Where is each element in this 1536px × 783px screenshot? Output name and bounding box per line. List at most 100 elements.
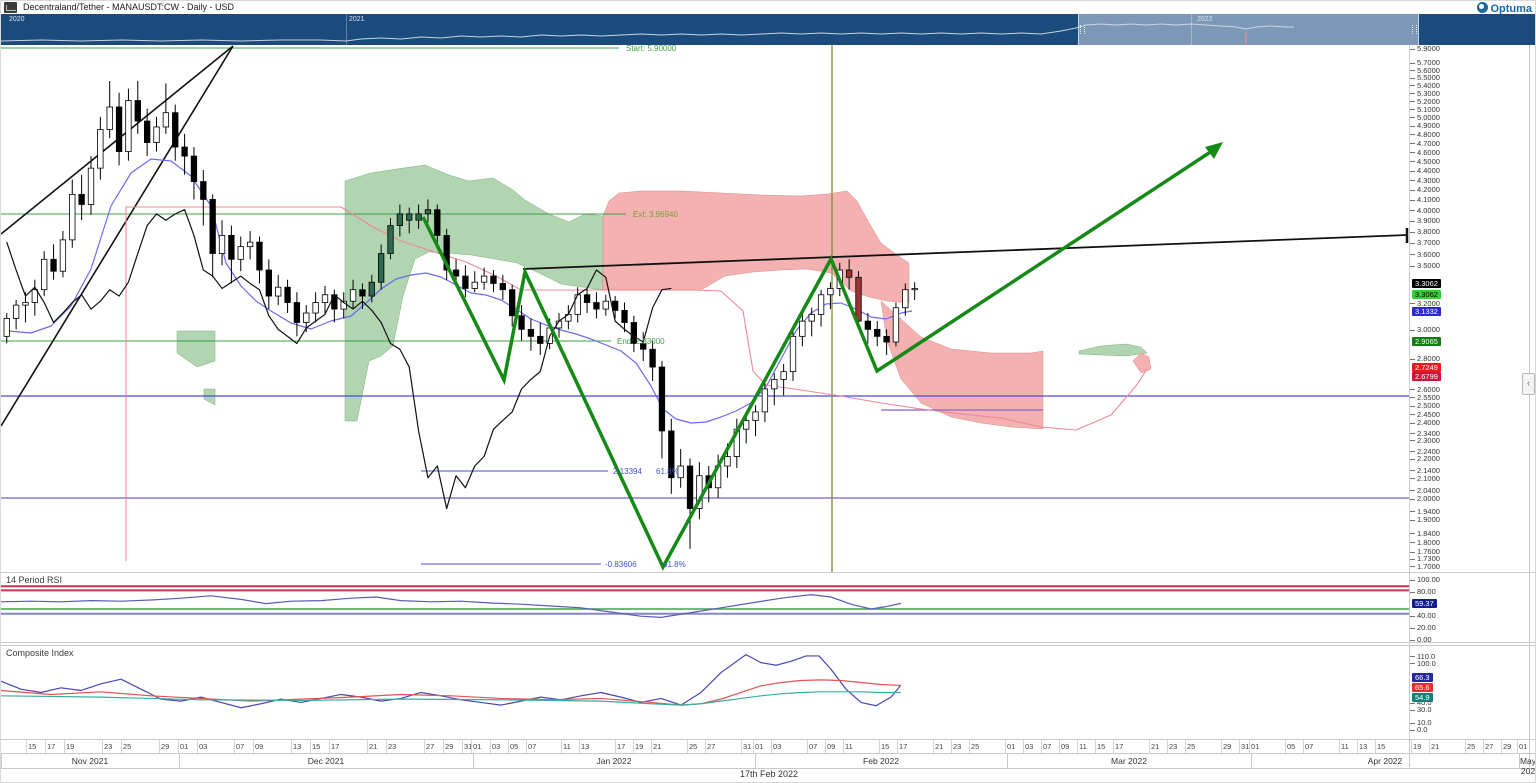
- date-axis-month-label: Feb 2022: [755, 756, 1007, 766]
- date-tick: [234, 740, 235, 753]
- side-panel-border: [1529, 45, 1530, 767]
- candle-body: [772, 379, 778, 388]
- rsi-axis-tick: 0.00: [1410, 635, 1432, 644]
- rsi-panel-chart[interactable]: [1, 573, 1536, 642]
- candle-body: [313, 303, 319, 314]
- optuma-logo-icon: [1477, 2, 1488, 13]
- date-axis-day-label: 03: [1025, 742, 1033, 751]
- composite-panel-chart[interactable]: [1, 646, 1536, 739]
- candle-body: [818, 295, 824, 315]
- rsi-axis-tick: 80.00: [1410, 587, 1436, 596]
- cursor-date-label: 17th Feb 2022: [1, 769, 1536, 779]
- candle-body: [762, 389, 768, 412]
- date-axis-day-label: 19: [66, 742, 74, 751]
- date-tick: [1239, 740, 1240, 753]
- date-tick: [102, 740, 103, 753]
- date-axis-day-label: 11: [845, 742, 853, 751]
- date-axis-day-label: 29: [445, 742, 453, 751]
- date-tick: [197, 740, 198, 753]
- date-tick: [1483, 740, 1484, 753]
- date-tick: [897, 740, 898, 753]
- candle-body: [809, 314, 815, 321]
- date-axis-day-label: 13: [581, 742, 589, 751]
- candle-body: [416, 214, 422, 220]
- composite-panel-label: Composite Index: [6, 648, 74, 658]
- date-tick: [1375, 740, 1376, 753]
- date-tick: [633, 740, 634, 753]
- price-axis-tick: 1.9400: [1410, 507, 1440, 516]
- date-tick: [121, 740, 122, 753]
- candle-body: [378, 254, 384, 283]
- candle-body: [79, 194, 85, 204]
- date-axis-day-label: 17: [47, 742, 55, 751]
- date-axis-day-label: 27: [1485, 742, 1493, 751]
- date-range-navigator[interactable]: 2020 2021 2022: [1, 14, 1536, 45]
- chart-annotation: End: 2.93000: [617, 337, 665, 346]
- candle-body: [322, 295, 328, 303]
- candle-body: [481, 276, 487, 282]
- date-axis-day-label: 15: [28, 742, 36, 751]
- date-tick: [1339, 740, 1340, 753]
- collapse-panel-button[interactable]: ‹: [1522, 373, 1535, 395]
- date-tick: [329, 740, 330, 753]
- date-axis-day-label: 07: [236, 742, 244, 751]
- composite-slow-teal: [1, 692, 901, 705]
- price-axis-tick: 1.8400: [1410, 529, 1440, 538]
- candle-body: [116, 107, 122, 152]
- candle-body: [388, 226, 394, 254]
- candle-body: [350, 290, 356, 302]
- title-bar: Decentraland/Tether - MANAUSDT:CW - Dail…: [1, 1, 1536, 14]
- date-tick: [807, 740, 808, 753]
- rsi-axis-tick: 100.00: [1410, 575, 1440, 584]
- date-axis-day-label: 27: [707, 742, 715, 751]
- chart-annotation: 2.13394: [613, 467, 642, 476]
- candle-body: [650, 349, 656, 367]
- date-tick: [1023, 740, 1024, 753]
- date-tick: [1411, 740, 1412, 753]
- date-tick: [687, 740, 688, 753]
- composite-value-label: 54.9: [1412, 693, 1433, 702]
- price-value-label: 2.6799: [1412, 372, 1441, 381]
- date-axis-day-label: 07: [528, 742, 536, 751]
- date-tick: [561, 740, 562, 753]
- candle-body: [874, 329, 880, 336]
- price-axis-tick: 4.6000: [1410, 148, 1440, 157]
- navigator-handle-left[interactable]: [1080, 25, 1085, 34]
- price-value-label: 3.1332: [1412, 307, 1441, 316]
- candle-body: [893, 308, 899, 342]
- date-axis-day-label: 03: [492, 742, 500, 751]
- candle-body: [828, 288, 834, 294]
- candle-body: [70, 194, 76, 240]
- date-tick: [1501, 740, 1502, 753]
- date-axis-day-label: 05: [510, 742, 518, 751]
- price-axis-tick: 4.0000: [1410, 206, 1440, 215]
- projection-arrowhead: [1205, 142, 1223, 159]
- date-axis-day-label: 03: [199, 742, 207, 751]
- price-axis-tick: 2.3000: [1410, 436, 1440, 445]
- candle-body: [191, 156, 197, 181]
- navigator-selection[interactable]: [1078, 14, 1419, 45]
- candle-body: [659, 367, 665, 431]
- candle-body: [144, 121, 150, 143]
- candle-body: [884, 336, 890, 342]
- candle-body: [51, 259, 57, 271]
- date-axis-day-label: 05: [1287, 742, 1295, 751]
- date-tick: [1185, 740, 1186, 753]
- price-axis-tick: 1.9000: [1410, 515, 1440, 524]
- candle-body: [182, 147, 188, 156]
- navigator-year-2022: 2022: [1197, 16, 1213, 23]
- date-axis-day-label: 19: [635, 742, 643, 751]
- candle-body: [360, 290, 366, 296]
- candle-body: [13, 305, 19, 318]
- price-axis-tick: 3.0000: [1410, 325, 1440, 334]
- candle-body: [612, 301, 618, 310]
- candle-body: [912, 288, 918, 289]
- price-axis-tick: 1.7000: [1410, 562, 1440, 571]
- date-axis-day-label: 09: [255, 742, 263, 751]
- price-axis-tick: 4.2000: [1410, 185, 1440, 194]
- price-axis: 5.90005.70005.60005.50005.40005.30005.20…: [1410, 45, 1529, 767]
- date-tick: [26, 740, 27, 753]
- main-price-chart[interactable]: Start: 5.90000Ext: 3.96940End: 2.930002.…: [1, 45, 1536, 572]
- navigator-handle-right[interactable]: [1412, 25, 1417, 34]
- date-axis-day-label: 27: [426, 742, 434, 751]
